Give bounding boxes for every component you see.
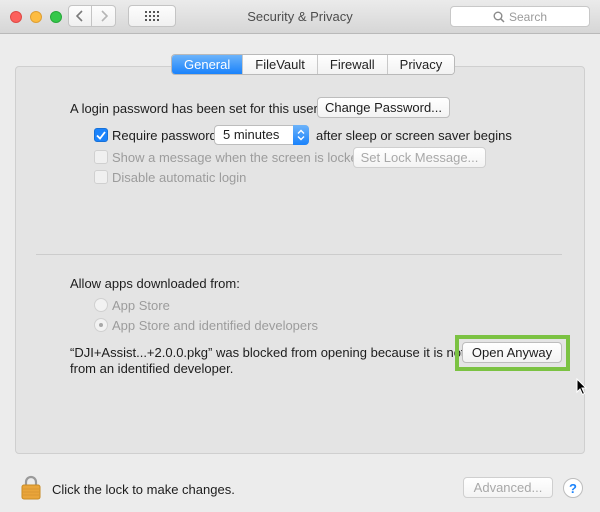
blocked-message-line1: “DJI+Assist...+2.0.0.pkg” was blocked fr… bbox=[70, 345, 465, 360]
help-button[interactable]: ? bbox=[563, 478, 583, 498]
blocked-message-line2: from an identified developer. bbox=[70, 361, 234, 376]
delay-value: 5 minutes bbox=[223, 127, 280, 142]
tab-bar: General FileVault Firewall Privacy bbox=[171, 54, 456, 75]
radio-app-store[interactable] bbox=[94, 298, 108, 312]
checkmark-icon bbox=[96, 130, 106, 140]
show-message-label: Show a message when the screen is locked bbox=[112, 150, 365, 165]
tab-filevault[interactable]: FileVault bbox=[242, 55, 317, 74]
login-password-text: A login password has been set for this u… bbox=[70, 101, 318, 116]
radio-identified-developers[interactable] bbox=[94, 318, 108, 332]
tab-general[interactable]: General bbox=[172, 55, 243, 74]
radio-app-store-label: App Store bbox=[112, 298, 170, 313]
require-password-label: Require password bbox=[112, 128, 217, 143]
search-icon bbox=[493, 11, 505, 23]
search-field[interactable]: Search bbox=[450, 6, 590, 27]
change-password-button[interactable]: Change Password... bbox=[317, 97, 450, 118]
show-message-checkbox[interactable] bbox=[94, 150, 108, 164]
lock-icon[interactable] bbox=[20, 474, 42, 500]
tab-privacy[interactable]: Privacy bbox=[386, 55, 455, 74]
popup-arrows-icon bbox=[293, 125, 309, 145]
section-divider bbox=[36, 254, 562, 255]
allow-apps-heading: Allow apps downloaded from: bbox=[70, 276, 240, 291]
require-password-checkbox[interactable] bbox=[94, 128, 108, 142]
mouse-cursor-icon bbox=[576, 378, 588, 396]
after-sleep-text: after sleep or screen saver begins bbox=[316, 128, 512, 143]
search-placeholder: Search bbox=[508, 9, 548, 24]
advanced-button[interactable]: Advanced... bbox=[463, 477, 553, 498]
set-lock-message-button[interactable]: Set Lock Message... bbox=[353, 147, 486, 168]
tab-firewall[interactable]: Firewall bbox=[316, 55, 387, 74]
disable-auto-login-label: Disable automatic login bbox=[112, 170, 247, 185]
require-password-delay-popup[interactable]: 5 minutes bbox=[214, 125, 309, 145]
radio-identified-developers-label: App Store and identified developers bbox=[112, 318, 318, 333]
open-anyway-button[interactable]: Open Anyway bbox=[462, 342, 562, 363]
title-bar: Security & Privacy Search bbox=[0, 0, 600, 34]
lock-text: Click the lock to make changes. bbox=[52, 482, 235, 497]
disable-auto-login-checkbox[interactable] bbox=[94, 170, 108, 184]
